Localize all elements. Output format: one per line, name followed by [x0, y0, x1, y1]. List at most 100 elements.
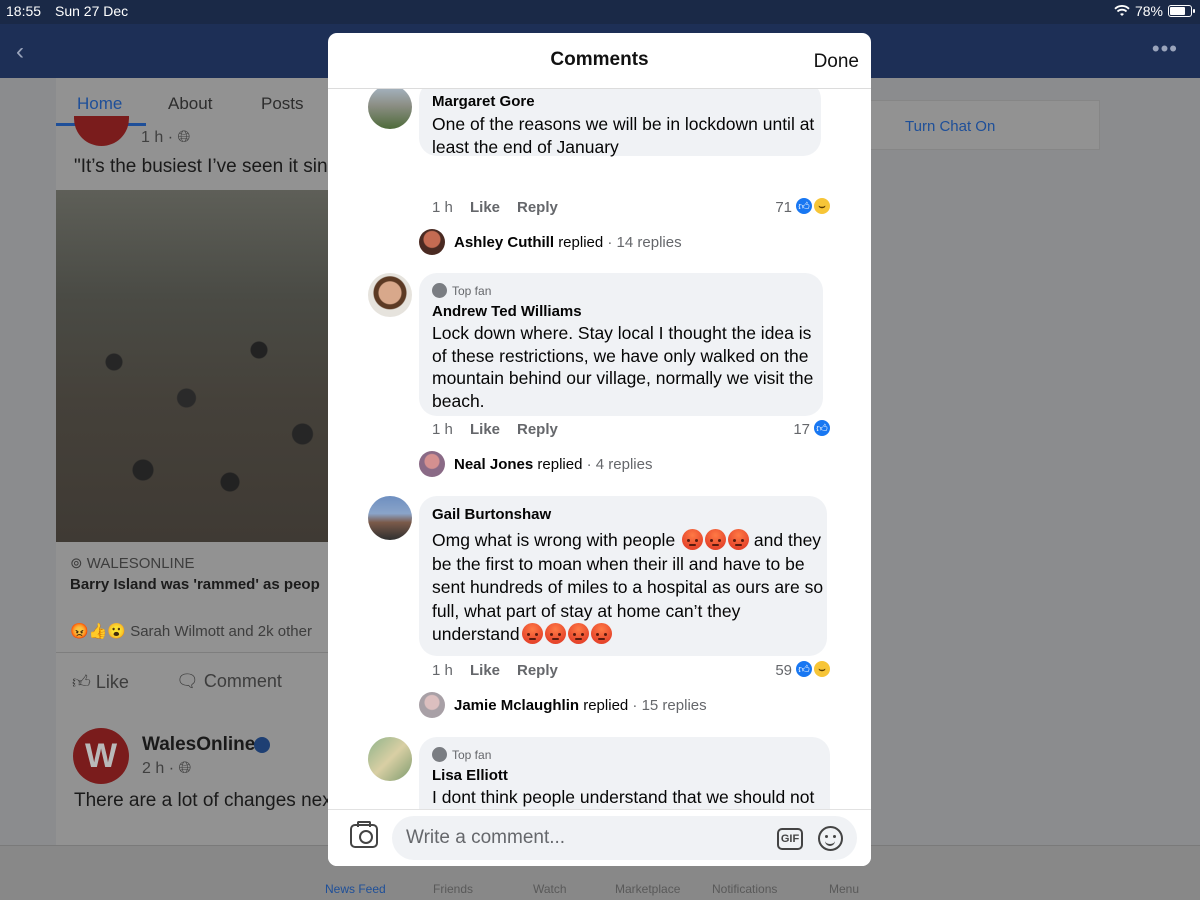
top-fan-icon — [432, 747, 447, 762]
post-meta: 2 h · 🌐︎ — [142, 760, 192, 777]
comment-like-button[interactable]: Like — [470, 421, 500, 438]
nav-marketplace[interactable]: Marketplace — [615, 882, 680, 896]
tab-about[interactable]: About — [168, 94, 212, 114]
battery-percent: 78% — [1134, 3, 1163, 19]
reaction-count[interactable]: 59 — [762, 662, 792, 679]
battery-icon — [1168, 5, 1195, 17]
avatar[interactable] — [368, 737, 412, 781]
link-headline[interactable]: Barry Island was 'rammed' as peop — [70, 576, 320, 593]
reaction-icons: 😡👍😮 — [70, 623, 127, 640]
view-replies-link[interactable]: Ashley Cuthill replied · 14 replies — [454, 234, 682, 251]
comment-bubble: Margaret Gore One of the reasons we will… — [419, 89, 821, 157]
chat-card: Turn Chat On — [870, 100, 1100, 150]
avatar[interactable] — [368, 496, 412, 540]
angry-emoji-icon — [567, 623, 589, 644]
comment-author[interactable]: Andrew Ted Williams — [432, 303, 582, 320]
post-text: "It’s the busiest I’ve seen it sin — [74, 156, 328, 177]
comment-button[interactable]: 🗨︎ Comment — [176, 671, 282, 692]
reactions-summary[interactable]: 😡👍😮 Sarah Wilmott and 2k other — [70, 622, 312, 640]
reaction-count[interactable]: 17 — [780, 421, 810, 438]
view-replies-link[interactable]: Jamie Mclaughlin replied · 15 replies — [454, 697, 707, 714]
angry-emoji-icon — [521, 623, 543, 644]
wifi-icon — [1114, 5, 1130, 16]
angry-emoji-icon — [544, 623, 566, 644]
modal-title: Comments — [550, 49, 649, 70]
top-fan-badge: Top fan — [432, 747, 491, 762]
globe-icon: 🌐︎ — [177, 129, 191, 146]
link-source: ⊚ WALESONLINE — [70, 555, 195, 572]
comment-author[interactable]: Gail Burtonshaw — [432, 506, 551, 523]
comment-author[interactable]: Margaret Gore — [432, 93, 535, 110]
tab-posts[interactable]: Posts — [261, 94, 304, 114]
comment-text: I dont think people understand that we s… — [432, 787, 815, 807]
reaction-count[interactable]: 71 — [762, 199, 792, 216]
chevron-left-icon[interactable]: ‹ — [16, 38, 24, 66]
view-replies-link[interactable]: Neal Jones replied · 4 replies — [454, 456, 652, 473]
nav-menu[interactable]: Menu — [829, 882, 859, 896]
camera-icon[interactable] — [350, 821, 378, 848]
like-reaction-icon: 👍︎ — [795, 660, 813, 678]
avatar[interactable] — [368, 273, 412, 317]
divider — [56, 652, 346, 653]
status-bar: 18:55 Sun 27 Dec 78% — [0, 0, 1200, 24]
angry-emoji-icon — [682, 529, 704, 550]
angry-emoji-icon — [705, 529, 727, 550]
avatar[interactable] — [419, 692, 445, 718]
tab-home[interactable]: Home — [77, 94, 122, 114]
haha-reaction-icon: ⌣ — [813, 197, 831, 215]
post-meta: 1 h · 🌐︎ — [141, 129, 191, 146]
modal-header: Comments Done — [328, 33, 871, 89]
like-reaction-icon: 👍︎ — [795, 197, 813, 215]
post-card: 1 h · 🌐︎ "It’s the busiest I’ve seen it … — [56, 116, 346, 738]
nav-friends[interactable]: Friends — [433, 882, 473, 896]
page-name[interactable]: WalesOnline — [142, 734, 255, 756]
status-time: 18:55 — [6, 3, 42, 19]
comment-composer: GIF — [328, 809, 871, 866]
nav-notifications[interactable]: Notifications — [712, 882, 777, 896]
post-text: There are a lot of changes nex — [74, 790, 332, 811]
link-icon: ⊚ — [70, 555, 83, 572]
comment-time: 1 h — [432, 662, 453, 679]
comment-time: 1 h — [432, 199, 453, 216]
nav-watch[interactable]: Watch — [533, 882, 567, 896]
comment-text: Omg what is wrong with people and they b… — [432, 529, 824, 644]
status-right: 78% — [1114, 3, 1195, 19]
comment-text: One of the reasons we will be in lockdow… — [432, 114, 815, 157]
avatar[interactable] — [368, 89, 412, 129]
thumbs-up-icon: 👍︎ — [72, 672, 91, 692]
avatar[interactable] — [419, 229, 445, 255]
haha-reaction-icon: ⌣ — [813, 660, 831, 678]
comment-author[interactable]: Lisa Elliott — [432, 767, 508, 784]
page-logo — [74, 116, 129, 146]
comments-list[interactable]: Margaret Gore One of the reasons we will… — [328, 89, 871, 809]
like-reaction-icon: 👍︎ — [813, 419, 831, 437]
globe-icon: 🌐︎ — [178, 760, 192, 777]
angry-emoji-icon — [590, 623, 612, 644]
comment-icon: 🗨︎ — [176, 671, 199, 691]
comments-modal: Comments Done Margaret Gore One of the r… — [328, 33, 871, 866]
comment-reply-button[interactable]: Reply — [517, 199, 558, 216]
avatar[interactable] — [419, 451, 445, 477]
top-fan-icon — [432, 283, 447, 298]
page-logo[interactable]: W — [73, 728, 129, 784]
status-date: Sun 27 Dec — [55, 3, 129, 19]
gif-button[interactable]: GIF — [777, 828, 803, 850]
post-photo[interactable] — [56, 190, 346, 542]
nav-news-feed[interactable]: News Feed — [325, 882, 386, 896]
comment-text: Lock down where. Stay local I thought th… — [432, 323, 814, 411]
comment-like-button[interactable]: Like — [470, 199, 500, 216]
comment-reply-button[interactable]: Reply — [517, 662, 558, 679]
angry-emoji-icon — [728, 529, 750, 550]
turn-chat-on-link[interactable]: Turn Chat On — [905, 118, 995, 135]
emoji-icon[interactable] — [818, 826, 843, 851]
top-fan-badge: Top fan — [432, 283, 491, 298]
comment-time: 1 h — [432, 421, 453, 438]
verified-badge-icon — [254, 737, 270, 753]
comment-bubble: Gail Burtonshaw Omg what is wrong with p… — [419, 496, 827, 656]
comment-reply-button[interactable]: Reply — [517, 421, 558, 438]
more-dots-icon[interactable]: ••• — [1152, 36, 1178, 62]
comment-bubble: Top fan Lisa Elliott I dont think people… — [419, 737, 830, 809]
like-button[interactable]: 👍︎ Like — [72, 671, 129, 693]
comment-like-button[interactable]: Like — [470, 662, 500, 679]
done-button[interactable]: Done — [814, 51, 859, 73]
